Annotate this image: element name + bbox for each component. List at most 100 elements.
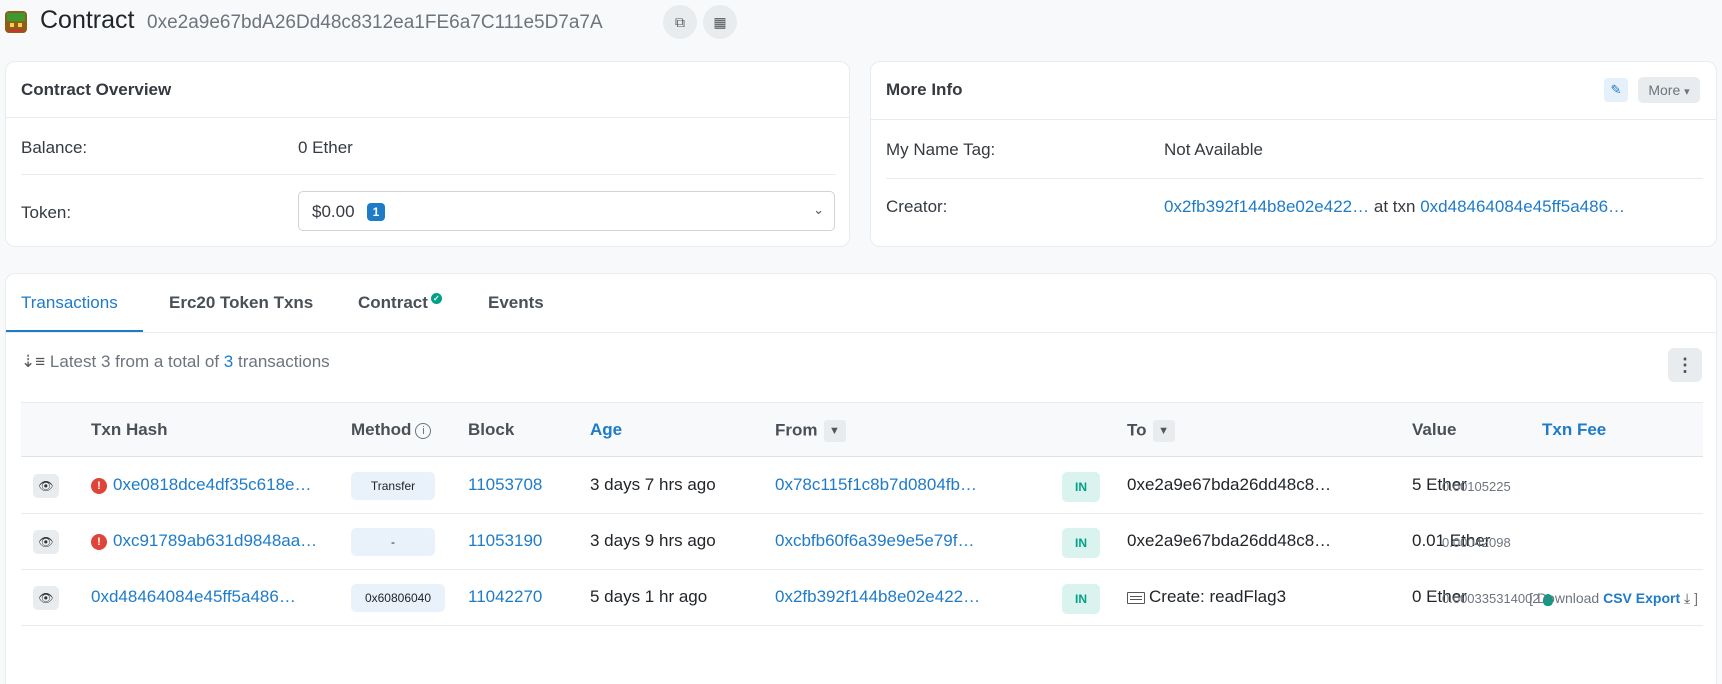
creator-label: Creator: — [886, 197, 948, 216]
method-badge: Transfer — [351, 472, 435, 500]
tab-erc20-token-txns[interactable]: Erc20 Token Txns — [169, 293, 313, 313]
from-address-link[interactable]: 0x78c115f1c8b7d0804fb… — [775, 475, 977, 494]
sort-icon: ⇣≡ — [21, 352, 46, 371]
tab-bar: Transactions Erc20 Token Txns Contract ✓ … — [6, 274, 1716, 333]
block-link[interactable]: 11053708 — [468, 475, 542, 494]
txn-hash-cell: 0xd48464084e45ff5a486… — [91, 587, 296, 607]
qr-code-button[interactable]: ▦ — [703, 5, 737, 39]
filter-icon[interactable]: ▼ — [823, 420, 846, 442]
col-header-txn-fee[interactable]: Txn Fee — [1542, 420, 1606, 440]
page-header: Contract 0xe2a9e67bdA26Dd48c8312ea1FE6a7… — [0, 0, 1722, 48]
chevron-down-icon: ▾ — [1684, 86, 1690, 98]
col-header-txn-hash: Txn Hash — [91, 420, 168, 439]
summary-suffix: transactions — [238, 352, 330, 371]
txn-fee-value: 0.000335314002 — [1442, 591, 1540, 606]
txn-hash-link[interactable]: 0xd48464084e45ff5a486… — [91, 587, 296, 606]
block-link[interactable]: 11053190 — [468, 531, 542, 550]
error-icon: ! — [91, 477, 107, 494]
tab-events[interactable]: Events — [488, 293, 544, 313]
tab-contract-label: Contract — [358, 293, 428, 312]
more-dropdown-button[interactable]: More ▾ — [1638, 77, 1700, 103]
table-header-row: Txn Hash Method i Block Age From ▼ To ▼ Val… — [21, 402, 1703, 457]
txn-hash-link[interactable]: 0xc91789ab631d9848aa… — [113, 531, 317, 550]
creator-address-link[interactable]: 0x2fb392f144b8e02e422… — [1164, 197, 1369, 216]
method-badge: - — [351, 528, 435, 556]
token-value: $0.00 — [312, 202, 355, 221]
csv-export-link[interactable]: CSV Export — [1603, 590, 1680, 606]
name-tag-label: My Name Tag: — [886, 140, 996, 159]
age-cell: 3 days 7 hrs ago — [590, 475, 716, 494]
info-icon[interactable]: i — [415, 422, 432, 439]
summary-count-link[interactable]: 3 — [224, 352, 233, 371]
txn-hash-cell: ! 0xe0818dce4df35c618e… — [91, 475, 312, 495]
divider — [886, 178, 1703, 179]
token-dropdown[interactable]: $0.00 1 ⌄ — [298, 191, 835, 231]
col-header-value: Value — [1412, 420, 1457, 439]
eye-icon: 👁 — [38, 479, 54, 493]
method-badge: 0x60806040 — [351, 584, 445, 612]
col-header-to: To ▼ — [1127, 420, 1175, 442]
token-label: Token: — [21, 203, 72, 222]
to-address: 0xe2a9e67bda26dd48c8… — [1127, 475, 1332, 494]
direction-badge: IN — [1062, 528, 1100, 558]
vertical-dots-icon: ⋮ — [1676, 355, 1694, 375]
col-header-method: Method i — [351, 420, 432, 440]
csv-suffix: ] — [1694, 590, 1698, 606]
to-cell: Create: readFlag3 — [1127, 587, 1286, 607]
col-header-from-label: From — [775, 420, 818, 440]
table-row: 👁 ! 0xc91789ab631d9848aa… - 11053190 3 da… — [21, 514, 1703, 570]
preview-eye-button[interactable]: 👁 — [33, 474, 59, 498]
card-header: Contract Overview — [6, 62, 849, 118]
txn-fee-cell: 0.00042098 — [1442, 535, 1511, 550]
col-header-method-label: Method — [351, 420, 412, 439]
card-title: More Info — [886, 80, 963, 99]
to-contract-creation: Create: readFlag3 — [1149, 587, 1287, 606]
col-header-age[interactable]: Age — [590, 420, 622, 440]
copy-address-button[interactable]: ⧉ — [663, 5, 697, 39]
name-tag-value: Not Available — [1164, 140, 1263, 159]
from-address-link[interactable]: 0xcbfb60f6a39e9e5e79f… — [775, 531, 974, 550]
contract-creation-icon — [1127, 591, 1145, 604]
card-title: Contract Overview — [21, 80, 172, 99]
creator-value: 0x2fb392f144b8e02e422… at txn 0xd4846408… — [1164, 197, 1625, 217]
csv-download: [ Download CSV Export ⤓ ] — [1529, 590, 1698, 607]
tab-transactions[interactable]: Transactions — [21, 293, 118, 313]
chevron-down-icon: ⌄ — [813, 202, 824, 217]
block-link[interactable]: 11042270 — [468, 587, 542, 606]
verified-check-icon: ✓ — [430, 293, 442, 304]
copy-icon: ⧉ — [675, 13, 685, 30]
preview-eye-button[interactable]: 👁 — [33, 586, 59, 610]
preview-eye-button[interactable]: 👁 — [33, 530, 59, 554]
table-row: 👁 0xd48464084e45ff5a486… 0x60806040 1104… — [21, 570, 1703, 626]
contract-address: 0xe2a9e67bdA26Dd48c8312ea1FE6a7C111e5D7a… — [147, 12, 603, 33]
table-row: 👁 ! 0xe0818dce4df35c618e… Transfer 110537… — [21, 458, 1703, 514]
contract-logo-icon — [5, 11, 27, 33]
direction-badge: IN — [1062, 472, 1100, 502]
error-icon: ! — [91, 533, 107, 550]
page-title: Contract — [40, 6, 135, 34]
summary-prefix: Latest 3 from a total of — [49, 352, 220, 371]
edit-name-tag-button[interactable]: ✎ — [1604, 78, 1628, 102]
from-address-link[interactable]: 0x2fb392f144b8e02e422… — [775, 587, 980, 606]
filter-icon[interactable]: ▼ — [1152, 420, 1175, 442]
creator-txn-link[interactable]: 0xd48464084e45ff5a486… — [1420, 197, 1625, 216]
to-address: 0xe2a9e67bda26dd48c8… — [1127, 531, 1332, 550]
active-tab-indicator — [6, 330, 143, 332]
creator-at-txn-text: at txn — [1373, 197, 1416, 216]
transactions-summary: ⇣≡ Latest 3 from a total of 3 transactio… — [21, 352, 330, 372]
more-info-card: More Info ✎ More ▾ My Name Tag: Not Avai… — [870, 61, 1717, 247]
qr-code-icon: ▦ — [713, 13, 727, 30]
col-header-block: Block — [468, 420, 515, 439]
txn-hash-link[interactable]: 0xe0818dce4df35c618e… — [113, 475, 312, 494]
age-cell: 3 days 9 hrs ago — [590, 531, 716, 550]
col-header-from: From ▼ — [775, 420, 846, 442]
direction-badge: IN — [1062, 584, 1100, 614]
contract-overview-card: Contract Overview Balance: 0 Ether Token… — [5, 61, 850, 247]
tab-contract[interactable]: Contract ✓ — [358, 293, 442, 313]
col-header-to-label: To — [1127, 420, 1147, 440]
transactions-panel: Transactions Erc20 Token Txns Contract ✓ … — [5, 273, 1717, 684]
eye-icon: 👁 — [38, 535, 54, 549]
divider — [21, 174, 836, 175]
csv-prefix: [ Download — [1529, 590, 1600, 606]
more-options-button[interactable]: ⋮ — [1668, 348, 1702, 382]
